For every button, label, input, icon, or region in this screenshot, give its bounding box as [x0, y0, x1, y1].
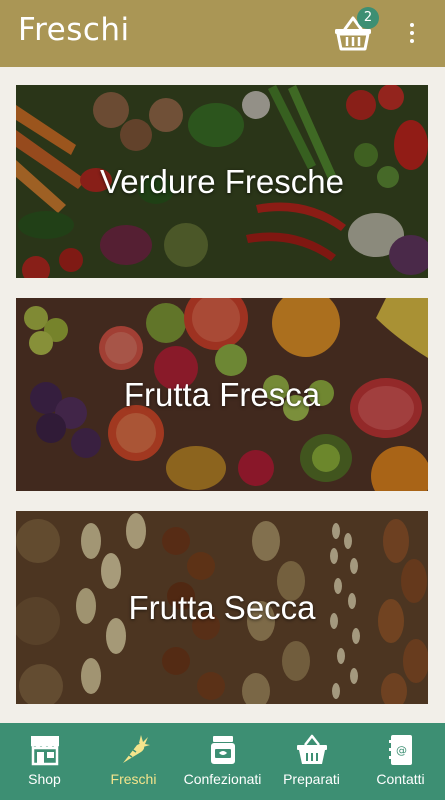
category-card-nuts[interactable]: Frutta Secca — [16, 511, 428, 704]
jar-icon — [210, 736, 235, 764]
nav-label: Shop — [28, 771, 61, 787]
nav-item-confezionati[interactable]: Confezionati — [178, 723, 267, 800]
contact-book-icon: @ — [388, 735, 412, 765]
category-label: Frutta Fresca — [123, 375, 321, 413]
nav-label: Freschi — [110, 771, 157, 787]
nav-label: Preparati — [283, 771, 340, 787]
nav-label: Contatti — [376, 771, 425, 787]
nav-item-freschi[interactable]: Freschi — [89, 723, 178, 800]
nav-item-preparati[interactable]: Preparati — [267, 723, 356, 800]
category-card-vegetables[interactable]: Verdure Fresche — [16, 85, 428, 278]
nav-label: Confezionati — [183, 771, 262, 787]
svg-text:@: @ — [396, 744, 407, 757]
page-title: Freschi — [18, 12, 130, 48]
more-vert-icon[interactable] — [400, 20, 424, 46]
app-bar: Freschi 2 — [0, 0, 445, 67]
nav-item-contatti[interactable]: @ Contatti — [356, 723, 445, 800]
cart-count-badge: 2 — [357, 7, 379, 29]
basket-icon — [296, 734, 327, 764]
nav-item-shop[interactable]: Shop — [0, 723, 89, 800]
category-card-fruits[interactable]: Frutta Fresca — [16, 298, 428, 491]
bottom-nav: Shop Freschi Confezionati Preparati @ Co… — [0, 723, 445, 800]
carrot-icon — [122, 735, 150, 763]
store-icon — [30, 736, 59, 766]
category-label: Verdure Fresche — [100, 162, 344, 200]
category-label: Frutta Secca — [128, 588, 316, 626]
